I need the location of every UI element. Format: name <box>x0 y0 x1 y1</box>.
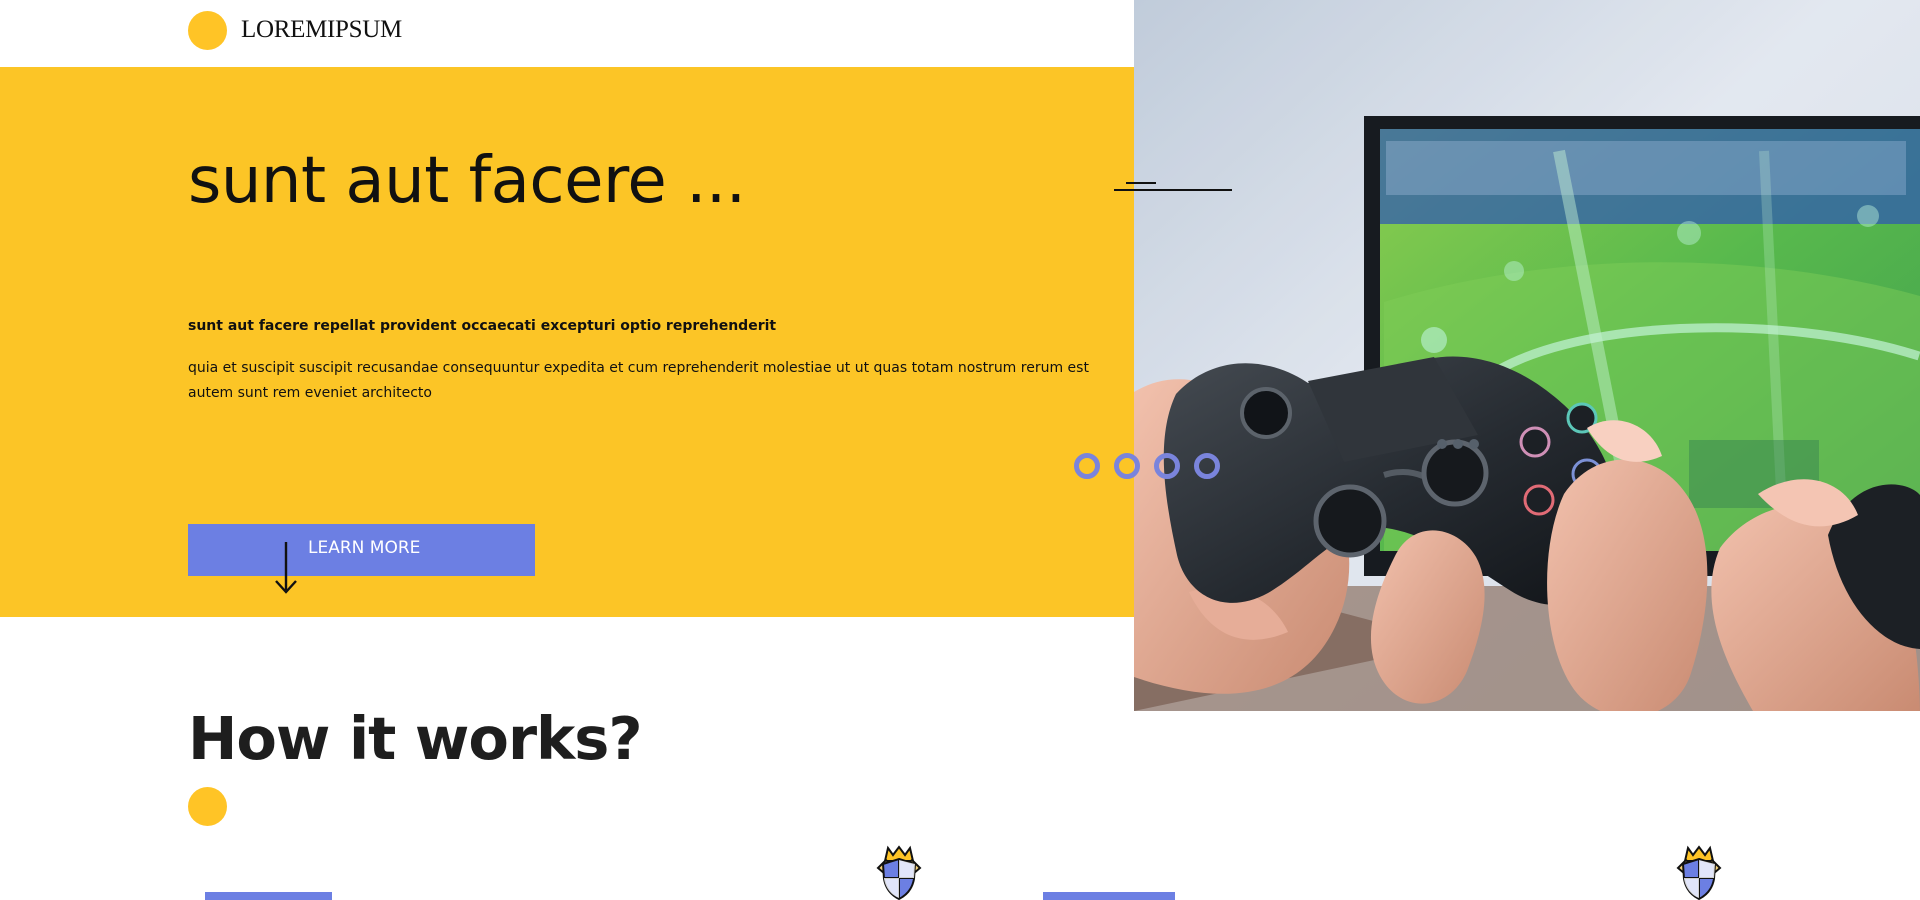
how-it-works-title: How it works? <box>188 703 643 773</box>
gaming-controller-image <box>1134 0 1920 711</box>
card-accent-2 <box>1043 892 1175 900</box>
logo-mark <box>188 11 227 50</box>
shield-crown-icon <box>1676 845 1722 900</box>
carousel-dot-4[interactable] <box>1194 453 1220 479</box>
section-marker <box>188 787 227 826</box>
hero-description: quia et suscipit suscipit recusandae con… <box>188 360 1089 401</box>
shield-crown-icon <box>876 845 922 900</box>
carousel-dot-3[interactable] <box>1154 453 1180 479</box>
landing-page: LOREMIPSUM sunt aut facere ... sunt aut … <box>0 0 1920 900</box>
hero-subtitle: sunt aut facere repellat provident occae… <box>188 318 777 334</box>
hero-gaming-photo <box>1134 0 1920 711</box>
card-accent-1 <box>205 892 332 900</box>
carousel-dots <box>1074 453 1224 479</box>
learn-more-label: LEARN MORE <box>308 538 421 558</box>
learn-more-button[interactable]: LEARN MORE <box>188 524 535 576</box>
arrow-down-icon <box>275 542 297 594</box>
decorative-dash-lines <box>1114 182 1232 191</box>
site-header: LOREMIPSUM <box>0 0 1134 67</box>
hero-title: sunt aut facere ... <box>188 143 746 218</box>
logo-text[interactable]: LOREMIPSUM <box>241 16 406 44</box>
carousel-dot-1[interactable] <box>1074 453 1100 479</box>
carousel-dot-2[interactable] <box>1114 453 1140 479</box>
